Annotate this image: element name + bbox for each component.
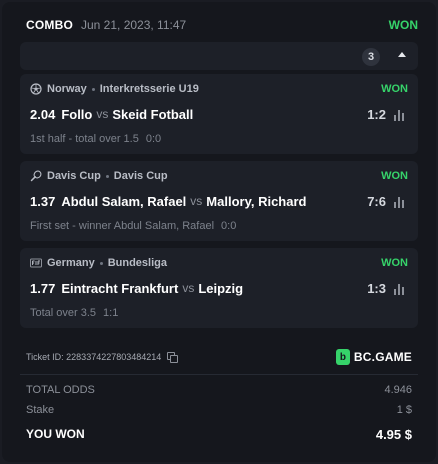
event-market: First set - winner Abdul Salam, Rafael bbox=[30, 220, 215, 232]
event-odds: 2.04 bbox=[30, 106, 56, 122]
total-odds-value: 4.946 bbox=[384, 384, 412, 396]
event-market: 1st half - total over 1.5 bbox=[30, 133, 139, 145]
chevron-up-icon[interactable] bbox=[398, 52, 406, 57]
event-odds: 1.77 bbox=[30, 280, 56, 296]
vs-label: vs bbox=[96, 107, 109, 121]
bet-card: COMBO Jun 21, 2023, 11:47 WON 3 Norway I… bbox=[2, 2, 436, 462]
away-team: Leipzig bbox=[198, 280, 244, 296]
brand-name: BC.GAME bbox=[353, 350, 412, 364]
away-team: Mallory, Richard bbox=[206, 193, 307, 209]
selection-count-badge: 3 bbox=[362, 48, 380, 66]
event-league: Bundesliga bbox=[107, 257, 167, 269]
brand-logo: b BC.GAME bbox=[335, 349, 412, 365]
bet-type: COMBO bbox=[26, 18, 73, 32]
stake-value: 1 $ bbox=[396, 404, 412, 416]
bc-game-icon: b bbox=[335, 349, 350, 365]
event-status: WON bbox=[381, 83, 408, 95]
vs-label: vs bbox=[182, 281, 195, 295]
event-country: Davis Cup bbox=[47, 170, 101, 182]
stake-label: Stake bbox=[26, 404, 55, 416]
event-status: WON bbox=[381, 257, 408, 269]
event-country: Germany bbox=[47, 257, 95, 269]
won-label: YOU WON bbox=[26, 427, 85, 441]
vs-label: vs bbox=[190, 194, 203, 208]
event-market: Total over 3.5 bbox=[30, 307, 97, 319]
event-row[interactable]: Norway Interkretsserie U19 WON 2.04 Foll… bbox=[20, 74, 418, 154]
selections-toggle[interactable]: 3 bbox=[20, 42, 418, 70]
stats-icon[interactable] bbox=[394, 107, 408, 121]
event-row[interactable]: Germany Bundesliga WON 1.77 Eintracht Fr… bbox=[20, 248, 418, 328]
away-team: Skeid Fotball bbox=[112, 106, 194, 122]
tennis-racket-icon bbox=[30, 170, 42, 182]
home-team: Follo bbox=[61, 106, 93, 122]
event-status: WON bbox=[381, 170, 408, 182]
stats-icon[interactable] bbox=[394, 194, 408, 208]
event-odds: 1.37 bbox=[30, 193, 56, 209]
stats-icon[interactable] bbox=[394, 281, 408, 295]
event-league: Davis Cup bbox=[113, 170, 168, 182]
separator-dot bbox=[99, 261, 103, 265]
total-odds-label: TOTAL ODDS bbox=[26, 384, 95, 396]
home-team: Abdul Salam, Rafael bbox=[61, 193, 187, 209]
fifa-icon bbox=[30, 257, 42, 269]
event-league: Interkretsserie U19 bbox=[99, 83, 199, 95]
soccer-ball-icon bbox=[30, 83, 42, 95]
ticket-row: Ticket ID: 2283374227803484214 b BC.GAME bbox=[26, 348, 412, 366]
home-team: Eintracht Frankfurt bbox=[61, 280, 179, 296]
total-odds-row: TOTAL ODDS 4.946 bbox=[26, 382, 412, 398]
won-value: 4.95 $ bbox=[375, 426, 412, 442]
event-result: 0:0 bbox=[221, 220, 237, 232]
stake-row: Stake 1 $ bbox=[26, 402, 412, 418]
bet-header: COMBO Jun 21, 2023, 11:47 WON bbox=[26, 16, 418, 34]
bet-status: WON bbox=[388, 18, 418, 32]
event-score: 7:6 bbox=[367, 193, 386, 209]
event-result: 0:0 bbox=[145, 133, 162, 145]
event-result: 1:1 bbox=[103, 307, 119, 319]
won-row: YOU WON 4.95 $ bbox=[26, 424, 412, 444]
event-score: 1:3 bbox=[367, 280, 386, 296]
event-score: 1:2 bbox=[367, 106, 386, 122]
separator-dot bbox=[105, 174, 109, 178]
divider bbox=[20, 374, 418, 375]
ticket-id: Ticket ID: 2283374227803484214 bbox=[26, 352, 162, 362]
event-row[interactable]: Davis Cup Davis Cup WON 1.37 Abdul Salam… bbox=[20, 161, 418, 241]
separator-dot bbox=[91, 87, 95, 91]
event-country: Norway bbox=[47, 83, 87, 95]
copy-icon[interactable] bbox=[167, 352, 179, 363]
bet-datetime: Jun 21, 2023, 11:47 bbox=[81, 18, 187, 32]
